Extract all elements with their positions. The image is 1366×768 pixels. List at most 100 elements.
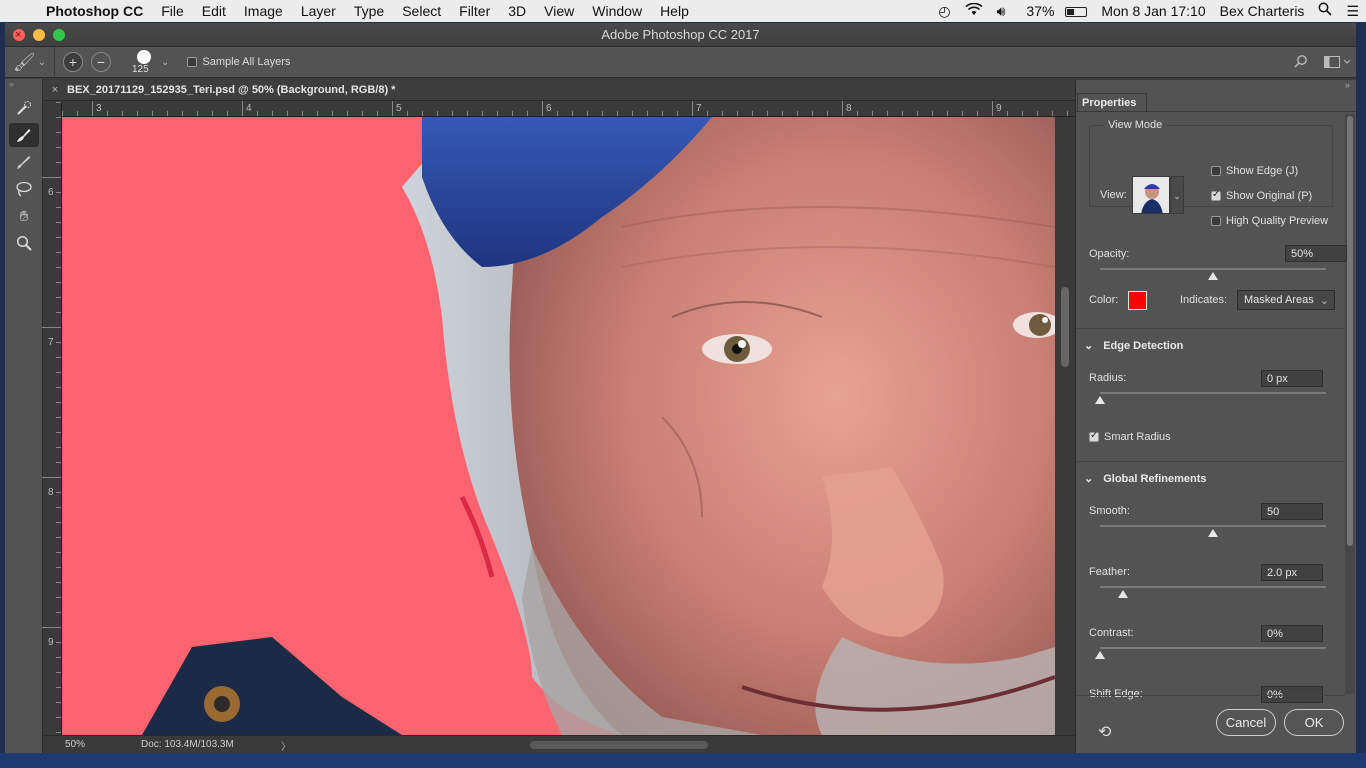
subtract-from-selection-button[interactable]: − [91,52,111,72]
contrast-slider-track[interactable] [1100,647,1326,649]
global-refinements-header[interactable]: ⌄ Global Refinements [1084,472,1207,486]
menu-view[interactable]: View [535,0,583,22]
ruler-h-label: 7 [696,103,702,114]
app-menu[interactable]: Photoshop CC [44,0,152,22]
edge-detection-header[interactable]: ⌄ Edge Detection [1084,339,1183,353]
show-edge-checkbox[interactable] [1211,166,1221,176]
opacity-slider-knob[interactable] [1208,272,1218,280]
collapse-tools-icon[interactable]: » [5,79,42,93]
canvas-vertical-scrollbar[interactable] [1055,117,1075,735]
refine-edge-brush-tool-icon[interactable] [9,123,39,147]
ruler-tick [56,207,61,208]
ruler-v-label: 9 [48,637,54,648]
document-tab[interactable]: × BEX_20171129_152935_Teri.psd @ 50% (Ba… [43,80,1075,101]
show-original-option[interactable]: Show Original (P) [1211,189,1312,202]
cancel-button[interactable]: Cancel [1216,709,1276,736]
scroll-thumb[interactable] [1061,287,1069,367]
smooth-slider-knob[interactable] [1208,529,1218,537]
brush-size-picker[interactable]: 125 [129,47,159,78]
status-menu-chevron-icon[interactable]: 〉 [281,738,291,753]
ruler-tick [56,552,61,553]
ruler-tick [56,642,61,643]
clock[interactable]: Mon 8 Jan 17:10 [1094,0,1212,22]
volume-icon[interactable]: 🔊︎ [990,0,1013,22]
battery-status[interactable]: 37% [1012,0,1094,22]
brush-tool-icon[interactable] [9,150,39,174]
zoom-tool-icon[interactable] [9,231,39,255]
spotlight-search-icon[interactable] [1311,0,1339,22]
window-close-button[interactable] [13,23,25,47]
smart-radius-option[interactable]: Smart Radius [1089,430,1171,443]
high-quality-preview-checkbox[interactable] [1211,216,1221,226]
show-edge-option[interactable]: Show Edge (J) [1211,165,1298,177]
add-to-selection-button[interactable]: + [63,52,83,72]
panel-scrollbar[interactable] [1345,114,1355,694]
window-zoom-button[interactable] [53,29,65,41]
notification-center-icon[interactable]: ☰ [1339,0,1366,22]
sample-all-layers-checkbox[interactable] [187,57,198,67]
ruler-tick [1052,111,1053,116]
search-icon[interactable] [1294,54,1308,71]
show-original-checkbox[interactable] [1211,189,1221,201]
view-label: View: [1100,189,1127,201]
workspace-switcher-icon[interactable] [1324,55,1351,71]
ok-button[interactable]: OK [1284,709,1344,736]
ruler-tick [497,111,498,116]
menu-layer[interactable]: Layer [292,0,345,22]
opacity-input[interactable] [1285,245,1347,262]
menu-filter[interactable]: Filter [450,0,499,22]
menu-select[interactable]: Select [393,0,450,22]
vertical-ruler[interactable]: 6 7 8 9 [42,102,62,735]
ruler-tick [56,432,61,433]
menu-edit[interactable]: Edit [193,0,235,22]
contrast-slider-knob[interactable] [1095,651,1105,659]
radius-slider-knob[interactable] [1095,396,1105,404]
menu-file[interactable]: File [152,0,193,22]
radius-slider-track[interactable] [1100,392,1326,394]
time-machine-icon[interactable]: ◴ [931,0,957,22]
quick-selection-tool-icon[interactable] [9,96,39,120]
view-mode-thumbnail[interactable] [1132,176,1170,214]
ruler-tick [407,111,408,116]
wifi-icon[interactable] [958,0,990,22]
document-canvas[interactable] [62,117,1055,735]
tab-properties[interactable]: Properties [1077,93,1147,112]
feather-slider-knob[interactable] [1117,590,1128,598]
menu-window[interactable]: Window [583,0,651,22]
user-name[interactable]: Bex Charteris [1213,0,1312,22]
indicates-select[interactable]: Masked Areas ⌄ [1237,290,1335,310]
ruler-tick [932,111,933,116]
lasso-tool-icon[interactable] [9,177,39,201]
ruler-tick [752,111,753,116]
feather-input[interactable] [1261,564,1323,581]
smart-radius-checkbox[interactable] [1089,430,1099,442]
radius-input[interactable] [1261,370,1323,387]
ruler-tick [227,111,228,116]
menu-3d[interactable]: 3D [499,0,535,22]
opacity-slider-track[interactable] [1100,268,1326,270]
ruler-tick [707,111,708,116]
high-quality-preview-option[interactable]: High Quality Preview [1211,215,1328,227]
brush-picker-chevron-icon[interactable]: ⌄ [161,57,169,68]
menu-help[interactable]: Help [651,0,698,22]
contrast-input[interactable] [1261,625,1323,642]
horizontal-ruler[interactable]: 3 4 5 6 7 8 9 [62,101,1075,117]
menu-image[interactable]: Image [235,0,292,22]
close-document-icon[interactable]: × [43,84,67,96]
window-minimize-button[interactable] [33,29,45,41]
view-mode-dropdown-icon[interactable]: ⌄ [1170,176,1184,214]
menu-type[interactable]: Type [345,0,393,22]
overlay-color-swatch[interactable] [1128,291,1147,310]
panel-scroll-thumb[interactable] [1347,116,1353,546]
tool-preset-picker[interactable]: 🖌︎ ⌄ [5,46,55,78]
ruler-tick [887,111,888,116]
reset-icon[interactable]: ⟲ [1098,722,1111,742]
smooth-input[interactable] [1261,503,1323,520]
sample-all-layers-option[interactable]: Sample All Layers [187,56,290,68]
collapse-panel-icon[interactable]: » [1345,80,1350,90]
zoom-level[interactable]: 50% [65,739,85,750]
feather-slider-track[interactable] [1100,586,1326,588]
smooth-slider-track[interactable] [1100,525,1326,527]
canvas-horizontal-scroll-thumb[interactable] [530,741,708,749]
hand-tool-icon[interactable]: ✋︎ [9,204,39,228]
